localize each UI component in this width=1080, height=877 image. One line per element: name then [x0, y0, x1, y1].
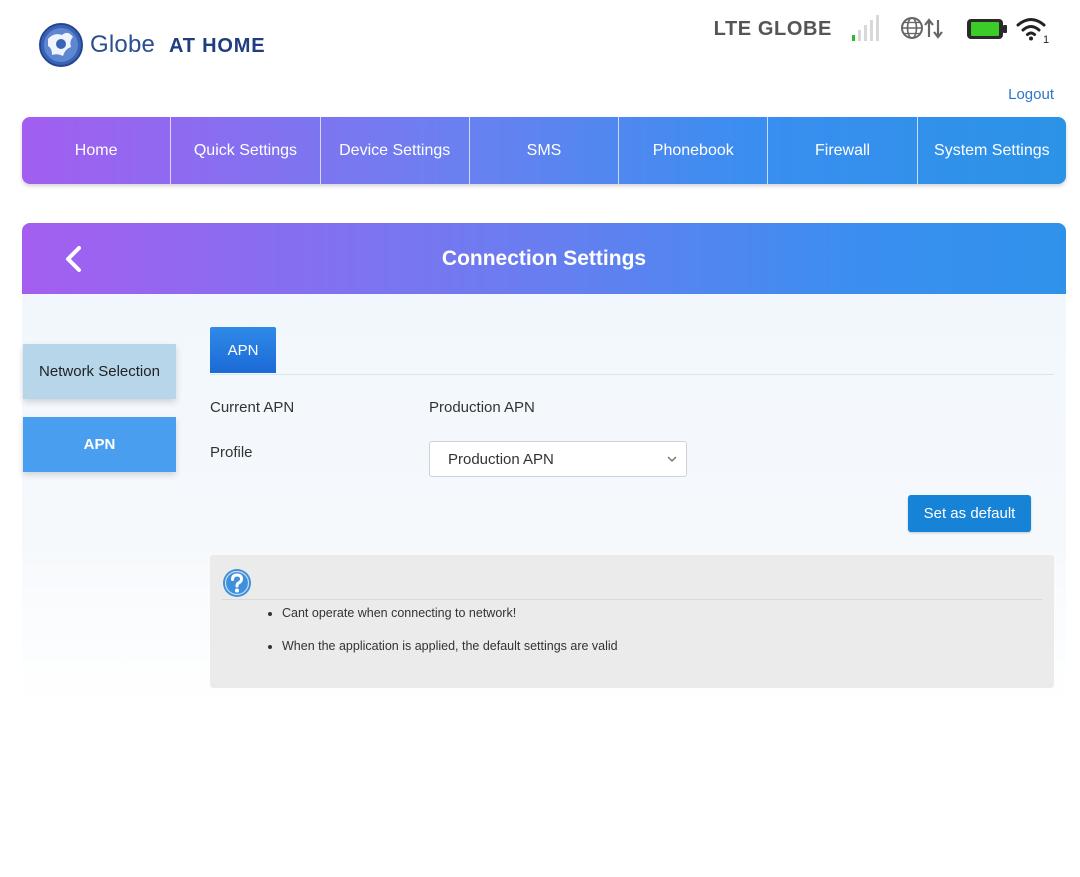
wifi-icon: 1	[1016, 18, 1049, 44]
nav-sms[interactable]: SMS	[470, 117, 620, 184]
current-apn-value: Production APN	[429, 399, 535, 416]
nav-quick-settings[interactable]: Quick Settings	[171, 117, 321, 184]
nav-system-settings[interactable]: System Settings	[918, 117, 1066, 184]
sidebar-item-apn[interactable]: APN	[23, 417, 176, 472]
set-as-default-button[interactable]: Set as default	[908, 495, 1031, 532]
profile-label: Profile	[210, 444, 253, 461]
globe-logo-icon	[39, 23, 83, 67]
help-note: When the application is applied, the def…	[282, 640, 618, 653]
globe-at-home-logo: Globe AT HOME	[38, 22, 265, 68]
main-nav: Home Quick Settings Device Settings SMS …	[22, 117, 1066, 184]
current-apn-label: Current APN	[210, 399, 295, 416]
help-box: Cant operate when connecting to network!…	[210, 555, 1054, 688]
help-note: Cant operate when connecting to network!	[282, 607, 618, 620]
profile-select[interactable]: Production APN	[429, 441, 687, 477]
tab-bar: APN	[210, 326, 1054, 375]
logo-at-home: AT HOME	[169, 35, 266, 57]
network-operator-text: LTE GLOBE	[713, 17, 832, 40]
tab-apn[interactable]: APN	[210, 327, 276, 373]
question-circle-icon	[223, 569, 251, 597]
sidebar: Network Selection APN	[23, 344, 176, 472]
chevron-left-icon[interactable]	[62, 245, 86, 273]
help-notes: Cant operate when connecting to network!…	[262, 597, 618, 653]
panel-header: Connection Settings	[22, 223, 1066, 294]
logo-globe-word: Globe	[90, 31, 156, 58]
signal-bars-icon	[852, 15, 879, 41]
logout-link[interactable]: Logout	[1008, 86, 1054, 103]
sidebar-item-network-selection[interactable]: Network Selection	[23, 344, 176, 399]
globe-data-icon	[901, 17, 943, 39]
nav-firewall[interactable]: Firewall	[768, 117, 918, 184]
page-title: Connection Settings	[441, 246, 647, 270]
status-bar: LTE GLOBE 1	[714, 12, 1050, 46]
nav-device-settings[interactable]: Device Settings	[321, 117, 470, 184]
profile-select-value: Production APN	[448, 450, 554, 468]
nav-phonebook[interactable]: Phonebook	[619, 117, 769, 184]
nav-home[interactable]: Home	[22, 117, 172, 184]
chevron-down-icon	[667, 456, 677, 463]
wifi-clients-count: 1	[1043, 34, 1049, 44]
battery-icon	[967, 19, 1007, 39]
